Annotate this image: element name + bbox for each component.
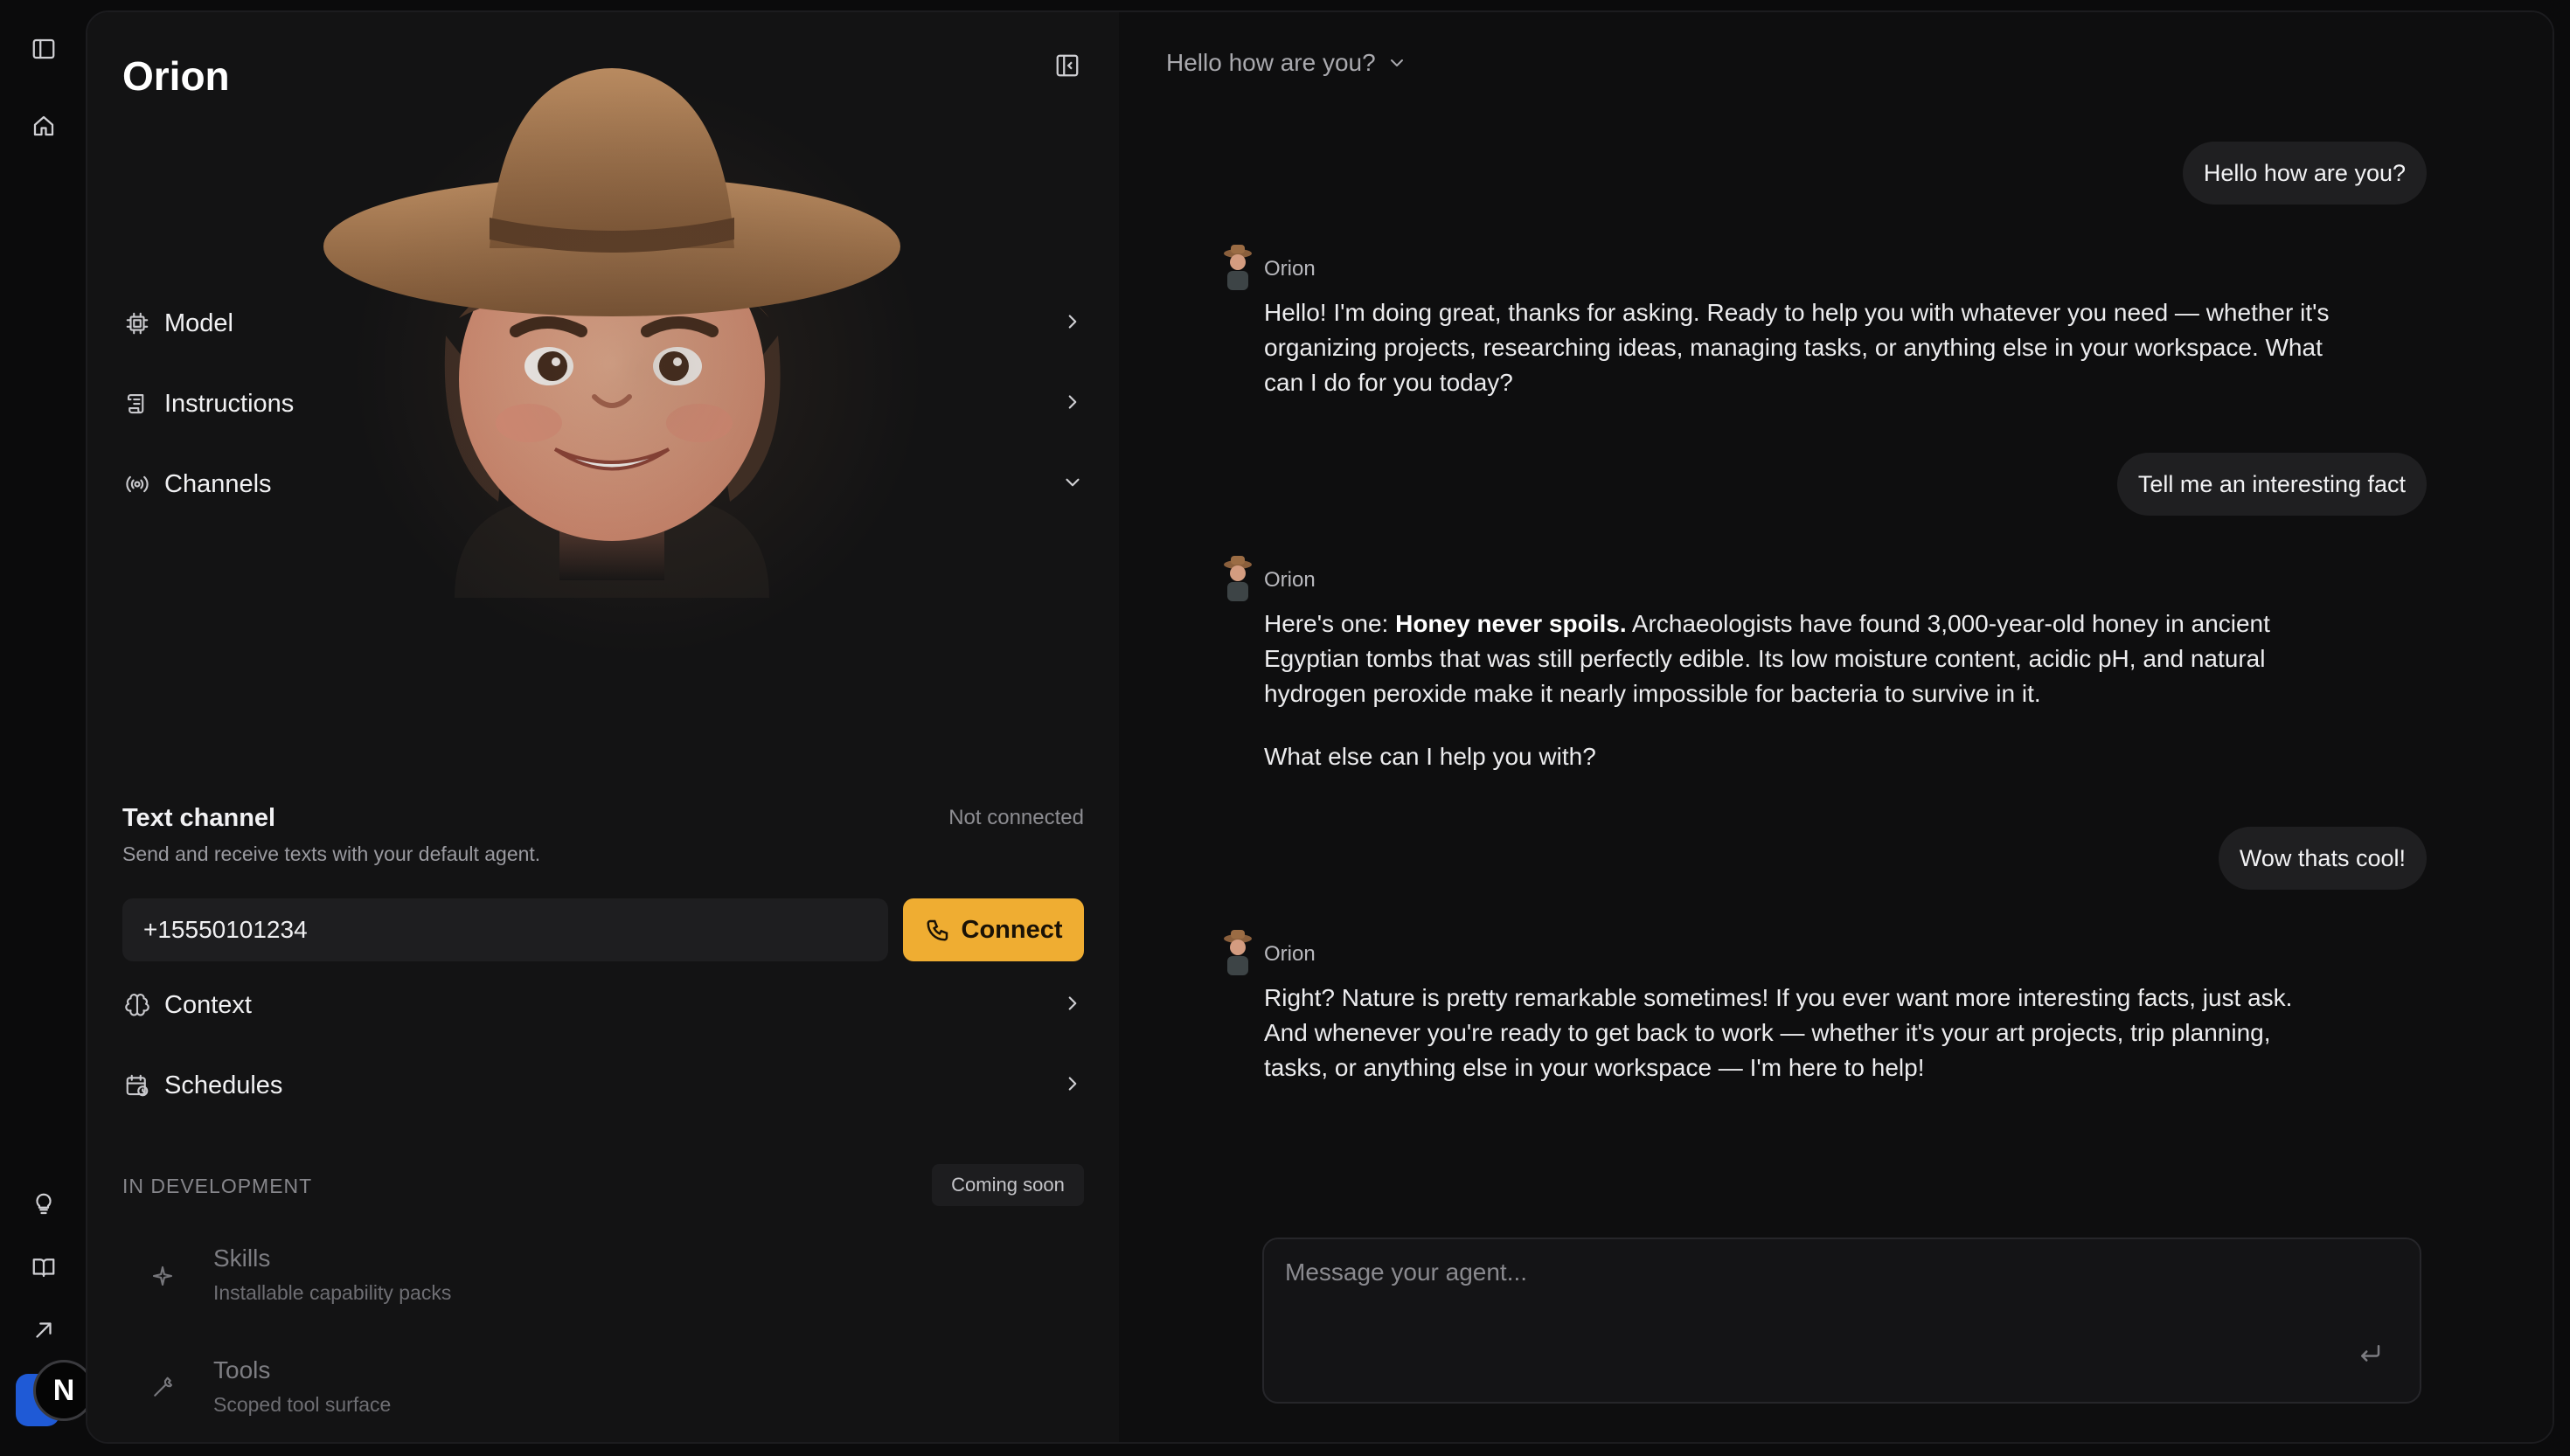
left-rail: N [0,0,94,1456]
lightbulb-icon[interactable] [24,1185,63,1224]
agent-name-label: Orion [1264,568,1316,592]
chevron-right-icon [1061,992,1084,1019]
scroll-icon [122,389,152,419]
message-input[interactable] [1285,1258,2386,1328]
agent-message-text: Right? Nature is pretty remarkable somet… [1264,984,2293,1081]
channels-label: Channels [164,469,272,498]
agent-name: Orion [122,53,230,99]
conversation-title: Hello how are you? [1166,49,1376,76]
coming-soon-badge: Coming soon [932,1164,1084,1206]
in-development-heading: IN DEVELOPMENT [122,1175,313,1197]
model-label: Model [164,309,233,337]
phone-icon [926,919,948,941]
home-icon[interactable] [24,107,63,145]
skills-item: Skills Installable capability packs [145,1245,932,1314]
user-message: Wow thats cool! [2218,827,2427,890]
agent-followup-text: What else can I help you with? [1264,743,1596,770]
tools-title: Tools [213,1356,271,1383]
app-root: N Orion Model Instructions Channels Text… [0,0,2570,1456]
context-section[interactable]: Context [122,979,1084,1031]
user-message: Tell me an interesting fact [2116,453,2427,516]
sparkle-icon [145,1258,180,1293]
agent-message-text: Here's one: Honey never spoils. Archaeol… [1264,607,2339,711]
broadcast-icon [122,469,152,499]
phone-number-input[interactable] [122,898,888,961]
send-enter-icon[interactable] [2357,1341,2386,1370]
agent-message: Orion Here's one: Honey never spoils. Ar… [1224,554,2339,774]
brain-icon [122,990,152,1020]
agent-avatar-small [1224,556,1252,601]
wrench-icon [145,1370,180,1405]
text-channel-title: Text channel [122,804,276,832]
agent-config-panel: Orion Model Instructions Channels Text c… [87,12,1119,1442]
external-arrow-icon[interactable] [24,1311,63,1349]
connect-label: Connect [961,915,1063,944]
connect-button[interactable]: Connect [903,898,1084,961]
chevron-right-icon [1061,1072,1084,1099]
context-label: Context [164,990,252,1019]
agent-name-label: Orion [1264,942,1316,966]
chevron-down-icon [1390,59,1403,66]
agent-avatar-small [1224,245,1252,290]
main-frame: Orion Model Instructions Channels Text c… [86,10,2554,1444]
agent-message: Orion Right? Nature is pretty remarkable… [1224,928,2339,1085]
conversation-title-dropdown[interactable]: Hello how are you? [1166,49,1407,77]
user-message: Hello how are you? [2182,142,2427,205]
avatar-glow [350,82,927,659]
tools-item: Tools Scoped tool surface [145,1356,932,1426]
text-channel-status: Not connected [948,806,1084,829]
instructions-label: Instructions [164,389,295,418]
schedules-section[interactable]: Schedules [122,1059,1084,1112]
instructions-section[interactable]: Instructions [122,378,1084,430]
channels-section[interactable]: Channels [122,458,1084,510]
sidebar-toggle-icon[interactable] [24,30,63,68]
calendar-clock-icon [122,1071,152,1100]
schedules-label: Schedules [164,1071,283,1099]
agent-message: Orion Hello! I'm doing great, thanks for… [1224,243,2339,400]
chevron-down-icon [1061,471,1084,498]
message-composer [1262,1238,2421,1404]
book-icon[interactable] [24,1248,63,1286]
agent-avatar-small [1224,930,1252,975]
agent-avatar [280,47,979,659]
chevron-right-icon [1061,391,1084,418]
fact-prefix: Here's one: [1264,610,1396,637]
text-channel-description: Send and receive texts with your default… [122,842,541,865]
skills-subtitle: Installable capability packs [213,1281,452,1304]
agent-message-text: Hello! I'm doing great, thanks for askin… [1264,299,2330,396]
chevron-right-icon [1061,310,1084,337]
chat-area: Hello how are you? Hello how are you? Or… [1119,12,2553,1442]
tools-subtitle: Scoped tool surface [213,1393,392,1416]
model-section[interactable]: Model [122,297,1084,350]
cpu-chip-icon [122,309,152,338]
agent-name-label: Orion [1264,257,1316,281]
fact-bold: Honey never spoils. [1395,610,1627,637]
collapse-panel-icon[interactable] [1049,47,1086,84]
skills-title: Skills [213,1245,271,1272]
